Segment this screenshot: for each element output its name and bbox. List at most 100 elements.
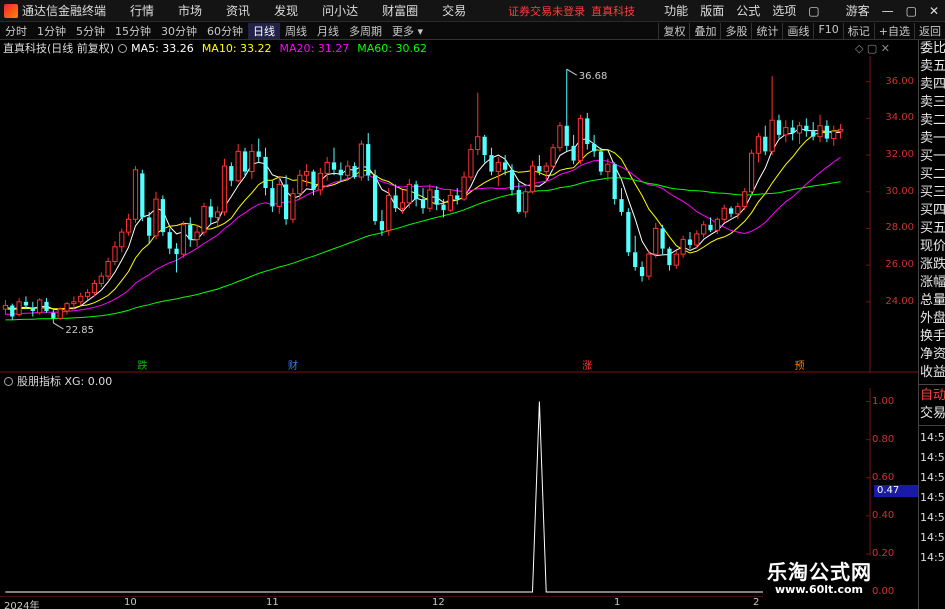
chart-options-icons[interactable]: ◇ ▢ ✕ (855, 42, 890, 55)
candle[interactable] (680, 235, 686, 258)
menu-item-discover[interactable]: 发现 (262, 2, 310, 19)
candle[interactable] (434, 186, 439, 211)
candle[interactable] (509, 164, 515, 196)
multi-stock-button[interactable]: 多股 (720, 22, 751, 39)
candle[interactable] (147, 211, 152, 244)
candle[interactable] (338, 162, 343, 181)
candle[interactable] (763, 125, 768, 156)
user-label[interactable]: 游客 (840, 2, 876, 19)
candle[interactable] (687, 232, 693, 249)
candle[interactable] (523, 188, 529, 218)
candle[interactable] (468, 144, 474, 181)
candle[interactable] (721, 204, 727, 223)
candle[interactable] (475, 92, 481, 156)
candle[interactable] (366, 133, 371, 181)
event-marker[interactable]: 预 (793, 359, 806, 372)
candle[interactable] (10, 303, 15, 321)
candle[interactable] (372, 169, 378, 225)
candle[interactable] (592, 134, 597, 157)
candle[interactable] (742, 188, 748, 211)
candle[interactable] (229, 162, 234, 187)
candle[interactable] (748, 149, 755, 196)
candlestick-chart[interactable]: 36.68 22.85 跌 财 涨 预 (0, 56, 918, 373)
candle[interactable] (140, 169, 145, 222)
event-marker[interactable]: 财 (286, 359, 299, 372)
candle[interactable] (495, 156, 501, 187)
restore-icon[interactable]: ▢ (802, 4, 825, 18)
candle[interactable] (112, 241, 118, 266)
candle[interactable] (51, 309, 56, 323)
candle[interactable] (283, 175, 289, 225)
candle[interactable] (489, 147, 494, 176)
candle[interactable] (824, 120, 830, 143)
candle[interactable] (571, 134, 576, 165)
period-weekly[interactable]: 周线 (280, 23, 312, 39)
menu-item-formula[interactable]: 公式 (730, 2, 766, 19)
menu-item-ask[interactable]: 问小达 (310, 2, 370, 19)
candle[interactable] (270, 180, 275, 212)
event-marker[interactable]: 涨 (581, 359, 594, 372)
period-60min[interactable]: 60分钟 (202, 23, 248, 39)
candle[interactable] (16, 298, 22, 317)
candle[interactable] (406, 178, 412, 209)
candle[interactable] (585, 112, 590, 150)
candle[interactable] (221, 158, 228, 216)
menu-item-layout[interactable]: 版面 (694, 2, 730, 19)
candle[interactable] (174, 243, 179, 273)
candle[interactable] (2, 299, 9, 315)
candle[interactable] (249, 144, 255, 179)
stats-button[interactable]: 统计 (751, 22, 782, 39)
candle[interactable] (30, 301, 35, 317)
candle[interactable] (701, 221, 707, 238)
candle[interactable] (352, 162, 357, 179)
candle[interactable] (105, 257, 111, 280)
candle[interactable] (263, 147, 268, 196)
candle[interactable] (660, 224, 665, 255)
candle[interactable] (831, 125, 837, 146)
settings-circle-icon[interactable] (118, 43, 128, 53)
candle[interactable] (755, 133, 762, 163)
candle[interactable] (194, 224, 200, 247)
candle[interactable] (37, 298, 43, 315)
period-1min[interactable]: 1分钟 (32, 23, 71, 39)
candle[interactable] (84, 288, 91, 300)
period-30min[interactable]: 30分钟 (156, 23, 202, 39)
auto-trade-label[interactable]: 自动 (919, 387, 945, 405)
candle[interactable] (529, 160, 536, 194)
candle[interactable] (817, 114, 823, 143)
candle[interactable] (208, 199, 213, 225)
trade-label[interactable]: 交易 (919, 405, 945, 423)
menu-item-quotes[interactable]: 行情 (118, 2, 166, 19)
candle[interactable] (160, 195, 165, 236)
menu-item-options[interactable]: 选项 (766, 2, 802, 19)
login-warning[interactable]: 证券交易未登录 (508, 3, 585, 19)
candle[interactable] (153, 191, 159, 240)
candle[interactable] (201, 202, 207, 236)
period-more[interactable]: 更多 ▾ (387, 23, 428, 39)
period-15min[interactable]: 15分钟 (110, 23, 156, 39)
back-button[interactable]: 返回 (914, 22, 945, 39)
candle[interactable] (132, 166, 139, 223)
candle[interactable] (667, 246, 672, 271)
candle[interactable] (167, 228, 172, 255)
candle[interactable] (324, 156, 330, 181)
candle[interactable] (98, 272, 104, 288)
period-monthly[interactable]: 月线 (312, 23, 344, 39)
f10-button[interactable]: F10 (813, 22, 842, 39)
candle[interactable] (317, 167, 323, 196)
candle[interactable] (180, 221, 187, 258)
candle[interactable] (386, 188, 392, 236)
candle[interactable] (276, 177, 282, 214)
candle[interactable] (331, 147, 337, 176)
period-daily[interactable]: 日线 (248, 22, 280, 39)
menu-item-market[interactable]: 市场 (166, 2, 214, 19)
candle[interactable] (215, 206, 221, 227)
indicator-settings-icon[interactable] (4, 376, 13, 386)
candle[interactable] (633, 235, 638, 271)
candle[interactable] (64, 301, 70, 315)
period-multi[interactable]: 多周期 (344, 23, 387, 39)
candle[interactable] (673, 250, 679, 269)
candle[interactable] (414, 180, 419, 207)
candle[interactable] (639, 261, 645, 282)
period-intraday[interactable]: 分时 (0, 23, 32, 39)
